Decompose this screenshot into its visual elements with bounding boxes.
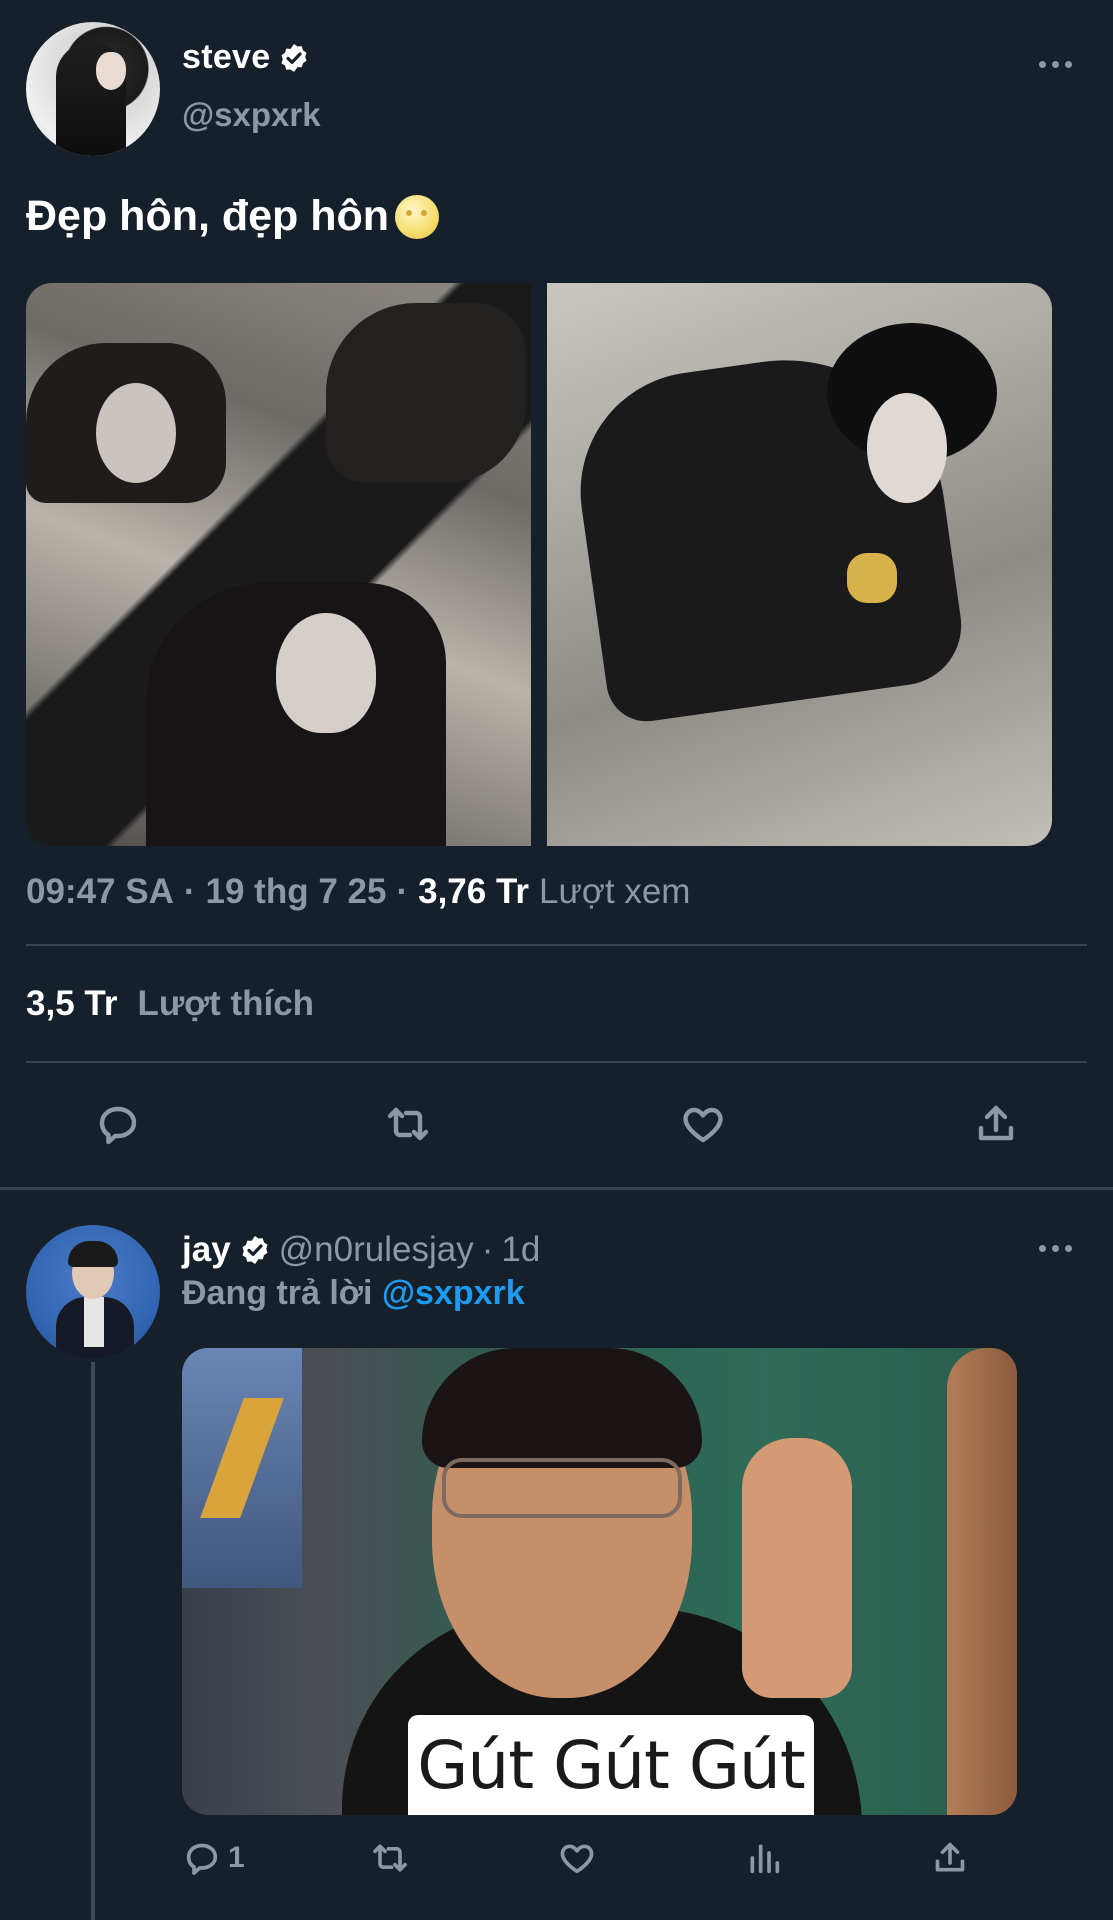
views-button[interactable]	[744, 1838, 784, 1878]
tweet-time: 09:47 SA	[26, 872, 174, 911]
reply-button[interactable]	[90, 1096, 146, 1152]
share-icon	[978, 1105, 1014, 1141]
tweet-text: Đẹp hôn, đẹp hôn	[26, 192, 440, 241]
verified-badge-icon	[242, 1236, 268, 1264]
share-button[interactable]	[930, 1838, 970, 1878]
verified-badge-icon	[281, 43, 308, 72]
share-button[interactable]	[968, 1096, 1024, 1152]
moon-face-emoji-icon	[395, 194, 440, 239]
author-display-name[interactable]: steve	[182, 38, 270, 77]
section-divider	[0, 1187, 1113, 1190]
like-icon	[560, 1844, 594, 1874]
reply-icon	[99, 1106, 137, 1145]
likes-label: Lượt thích	[137, 984, 315, 1023]
likes-count: 3,5 Tr	[26, 984, 118, 1023]
author-name-row[interactable]: steve	[182, 38, 310, 77]
reply-count: 1	[228, 1841, 245, 1874]
retweet-button[interactable]	[370, 1838, 410, 1878]
views-icon	[750, 1844, 780, 1874]
reply-handle[interactable]: @n0rulesjay	[279, 1230, 474, 1270]
reply-author-avatar[interactable]	[26, 1225, 160, 1359]
reply-more-options-icon[interactable]	[1035, 1236, 1075, 1260]
image-caption: Gút Gút Gút	[408, 1715, 814, 1815]
views-count: 3,76 Tr	[418, 872, 530, 911]
reply-icon	[186, 1843, 218, 1875]
tweet-photo-1[interactable]	[26, 283, 531, 846]
share-icon	[935, 1842, 965, 1872]
retweet-icon	[373, 1844, 407, 1872]
reply-image[interactable]: Gút Gút Gút	[182, 1348, 1017, 1815]
reply-button[interactable]: 1	[182, 1838, 245, 1878]
separator: ·	[481, 1230, 494, 1269]
like-icon	[683, 1107, 723, 1143]
like-button[interactable]	[557, 1838, 597, 1878]
more-options-icon[interactable]	[1035, 52, 1075, 76]
divider	[26, 1061, 1087, 1063]
avatar-face	[96, 52, 126, 90]
divider	[26, 944, 1087, 946]
like-button[interactable]	[675, 1096, 731, 1152]
replying-mention[interactable]: @sxpxrk	[382, 1274, 525, 1312]
retweet-button[interactable]	[380, 1096, 436, 1152]
separator: ·	[396, 872, 409, 911]
tweet-meta: 09:47 SA · 19 thg 7 25 · 3,76 Tr Lượt xe…	[26, 872, 690, 912]
separator: ·	[183, 872, 196, 911]
replying-to: Đang trả lời @sxpxrk	[182, 1274, 525, 1313]
tweet-date: 19 thg 7 25	[205, 872, 387, 911]
likes-stat[interactable]: 3,5 Tr Lượt thích	[26, 984, 314, 1024]
tweet-text-content: Đẹp hôn, đẹp hôn	[26, 192, 390, 240]
author-handle[interactable]: @sxpxrk	[182, 96, 321, 134]
reply-header: jay @n0rulesjay · 1d	[182, 1230, 540, 1270]
replying-prefix: Đang trả lời	[182, 1274, 373, 1312]
tweet-photo-2[interactable]	[547, 283, 1052, 846]
author-avatar[interactable]	[26, 22, 160, 156]
views-label: Lượt xem	[539, 872, 691, 911]
reply-display-name[interactable]: jay	[182, 1230, 231, 1270]
retweet-icon	[387, 1107, 429, 1141]
thread-line	[91, 1362, 95, 1920]
reply-time[interactable]: 1d	[501, 1230, 540, 1270]
